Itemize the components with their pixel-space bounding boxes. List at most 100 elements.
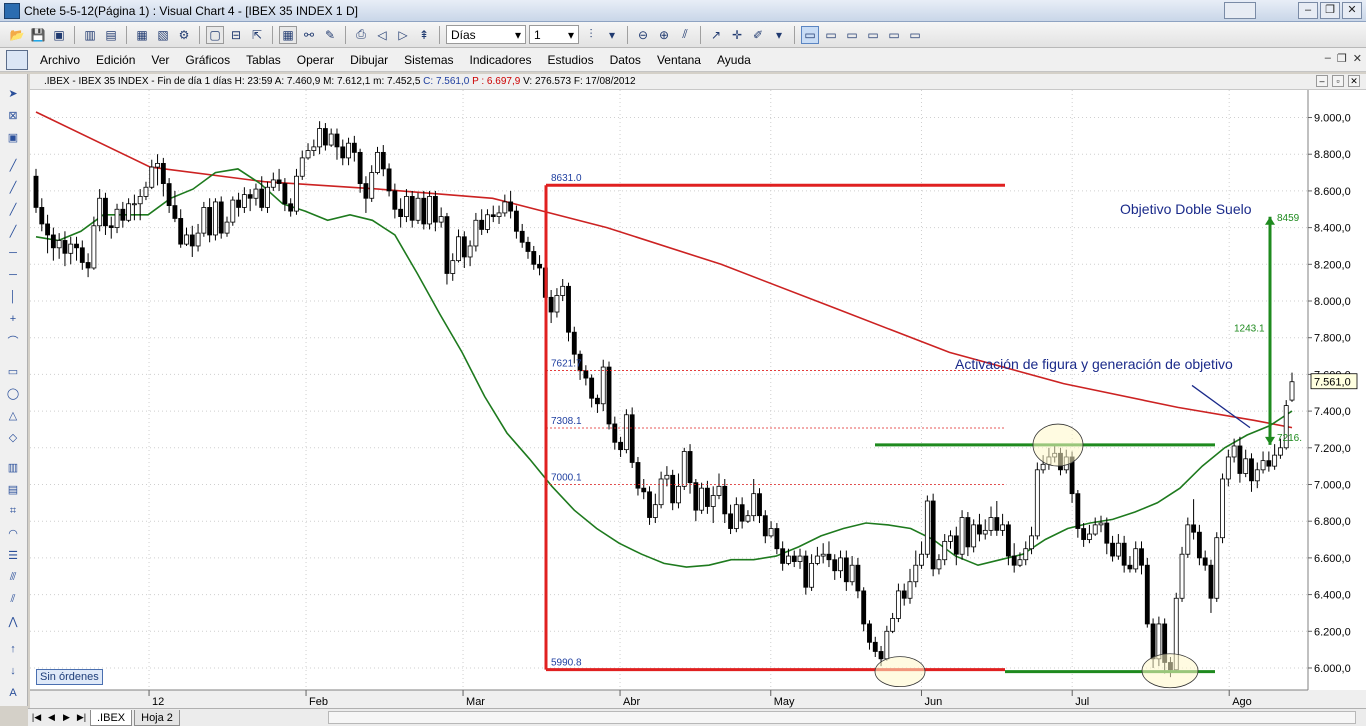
minimize-button[interactable]: – — [1298, 2, 1318, 19]
arrow-up-icon[interactable]: ↑ — [4, 640, 22, 658]
rectangle-icon[interactable]: ▭ — [4, 362, 22, 380]
layout-1-icon[interactable]: ▭ — [801, 25, 819, 44]
delete-drawing-icon[interactable]: ⊠ — [4, 106, 22, 124]
horizontal-line-icon[interactable]: ─ — [4, 244, 22, 262]
menu-dibujar[interactable]: Dibujar — [342, 53, 396, 67]
zoom-in-icon[interactable]: ⊕ — [655, 26, 673, 44]
cursor-icon[interactable]: ⇞ — [415, 26, 433, 44]
chart-style-dropdown-icon[interactable]: ▾ — [603, 26, 621, 44]
fib-level-label: 7000.1 — [551, 472, 582, 483]
grid-icon[interactable]: ▦ — [279, 25, 297, 44]
candles-icon[interactable]: ▤ — [102, 26, 120, 44]
cross-icon[interactable]: + — [4, 310, 22, 328]
horizontal-ray-icon[interactable]: ─ — [4, 266, 22, 284]
layout-6-icon[interactable]: ▭ — [906, 26, 924, 44]
menu-indicadores[interactable]: Indicadores — [462, 53, 540, 67]
select-arrow-icon[interactable]: ➤ — [4, 84, 22, 102]
edit-icon[interactable]: ✎ — [321, 26, 339, 44]
red-line-icon[interactable]: ╱ — [4, 200, 22, 218]
menu-tablas[interactable]: Tablas — [238, 53, 289, 67]
chart-minimize-button[interactable]: – — [1316, 75, 1328, 87]
menu-ayuda[interactable]: Ayuda — [709, 53, 759, 67]
fibonacci-levels-icon[interactable]: ▤ — [4, 480, 22, 498]
first-tab-icon[interactable]: |◀ — [30, 711, 43, 724]
split-icon[interactable]: ⊟ — [227, 26, 245, 44]
arc-icon[interactable]: ⌒ — [4, 332, 22, 350]
open-icon[interactable]: 📂 — [8, 26, 26, 44]
ellipse-icon[interactable]: ◯ — [4, 384, 22, 402]
chart-doc-icon[interactable] — [6, 49, 28, 70]
candle-body — [751, 493, 757, 517]
draw-line-icon[interactable]: ↗ — [707, 26, 725, 44]
scroll-left-icon[interactable]: ◁ — [373, 26, 391, 44]
scroll-right-icon[interactable]: ▷ — [394, 26, 412, 44]
pen-color-icon[interactable]: ✐ — [749, 26, 767, 44]
tab-ibex[interactable]: .IBEX — [90, 709, 133, 726]
crosshair-icon[interactable]: ✛ — [728, 26, 746, 44]
maximize-button[interactable]: ❐ — [1320, 2, 1340, 19]
arc-fib-icon[interactable]: ◠ — [4, 524, 22, 542]
price-chart[interactable]: 9.000,0 8.800,0 8.600,0 8.400,0 8.200,0 8.000… — [30, 90, 1366, 708]
indicators-icon[interactable]: ⫽ — [676, 26, 694, 44]
next-tab-icon[interactable]: ▶ — [60, 711, 73, 724]
trendline-icon[interactable]: ╱ — [4, 156, 22, 174]
text-icon[interactable]: A — [4, 684, 22, 702]
restore-wide-button[interactable] — [1224, 2, 1256, 19]
orders-badge[interactable]: Sin órdenes — [36, 669, 103, 685]
menu-edicion[interactable]: Edición — [88, 53, 143, 67]
horizontal-scrollbar[interactable] — [328, 711, 1356, 724]
print-icon[interactable]: ⎙ — [352, 26, 370, 44]
zoom-out-icon[interactable]: ⊖ — [634, 26, 652, 44]
period-select[interactable]: Días ▾ — [446, 25, 526, 44]
candle-body — [126, 203, 132, 221]
mdi-restore-button[interactable]: ❐ — [1337, 52, 1347, 65]
menu-ventana[interactable]: Ventana — [649, 53, 709, 67]
speed-lines-icon[interactable]: ⫽ — [4, 590, 22, 608]
chart-style-icon[interactable]: ⫶ — [582, 26, 600, 44]
layout-4-icon[interactable]: ▭ — [864, 26, 882, 44]
menu-ver[interactable]: Ver — [143, 53, 177, 67]
save-all-icon[interactable]: ▣ — [50, 26, 68, 44]
layout-2-icon[interactable]: ▭ — [822, 26, 840, 44]
candle-body — [745, 515, 751, 522]
window-icon[interactable]: ▢ — [206, 25, 224, 44]
arrow-down-icon[interactable]: ↓ — [4, 662, 22, 680]
layout-icon[interactable]: ▧ — [154, 26, 172, 44]
gann-fan-icon[interactable]: ⋀ — [4, 612, 22, 630]
prev-tab-icon[interactable]: ◀ — [45, 711, 58, 724]
layout-3-icon[interactable]: ▭ — [843, 26, 861, 44]
vertical-line-icon[interactable]: │ — [4, 288, 22, 306]
mdi-minimize-button[interactable]: – — [1325, 52, 1331, 65]
channel-icon[interactable]: ╱ — [4, 222, 22, 240]
fan-icon[interactable]: ⫻ — [4, 568, 22, 586]
menu-archivo[interactable]: Archivo — [32, 53, 88, 67]
close-button[interactable]: ✕ — [1342, 2, 1362, 19]
fib-level-label: 5990.8 — [551, 658, 582, 669]
list-icon[interactable]: ☰ — [4, 546, 22, 564]
pointer-icon[interactable]: ⇱ — [248, 26, 266, 44]
settings-icon[interactable]: ⚙ — [175, 26, 193, 44]
menu-graficos[interactable]: Gráficos — [177, 53, 238, 67]
interval-select[interactable]: 1 ▾ — [529, 25, 579, 44]
pen-dropdown-icon[interactable]: ▾ — [770, 26, 788, 44]
menu-sistemas[interactable]: Sistemas — [396, 53, 461, 67]
link-icon[interactable]: ⚯ — [300, 26, 318, 44]
chart-close-button[interactable]: ✕ — [1348, 75, 1360, 87]
menu-estudios[interactable]: Estudios — [540, 53, 602, 67]
gann-icon[interactable]: ⌗ — [4, 502, 22, 520]
fibonacci-icon[interactable]: ▥ — [4, 458, 22, 476]
last-tab-icon[interactable]: ▶| — [75, 711, 88, 724]
new-page-icon[interactable]: ▦ — [133, 26, 151, 44]
ray-icon[interactable]: ╱ — [4, 178, 22, 196]
menu-datos[interactable]: Datos — [602, 53, 649, 67]
layout-5-icon[interactable]: ▭ — [885, 26, 903, 44]
diamond-icon[interactable]: ◇ — [4, 428, 22, 446]
frame-icon[interactable]: ▣ — [4, 128, 22, 146]
save-icon[interactable]: 💾 — [29, 26, 47, 44]
tab-hoja-2[interactable]: Hoja 2 — [134, 709, 180, 726]
triangle-icon[interactable]: △ — [4, 406, 22, 424]
bar-chart-icon[interactable]: ▥ — [81, 26, 99, 44]
menu-operar[interactable]: Operar — [289, 53, 342, 67]
chart-restore-button[interactable]: ▫ — [1332, 75, 1344, 87]
mdi-close-button[interactable]: ✕ — [1353, 52, 1362, 65]
